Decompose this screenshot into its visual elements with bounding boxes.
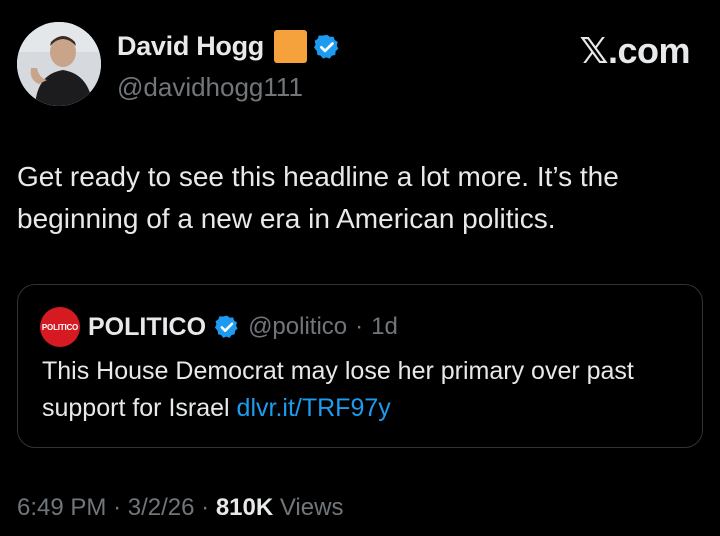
quoted-tweet-header: POLITICO POLITICO @politico · 1d bbox=[40, 307, 398, 347]
quoted-tweet-card[interactable]: POLITICO POLITICO @politico · 1d This Ho… bbox=[17, 284, 703, 448]
orange-square-emoji bbox=[274, 30, 308, 63]
author-handle[interactable]: @davidhogg111 bbox=[117, 72, 303, 103]
author-name-row: David Hogg bbox=[117, 30, 341, 63]
verified-badge-icon bbox=[314, 34, 339, 59]
separator-dot: · bbox=[201, 494, 210, 521]
author-avatar[interactable] bbox=[17, 22, 101, 106]
separator-dot: · bbox=[113, 494, 122, 521]
tweet-time[interactable]: 6:49 PM bbox=[17, 494, 106, 521]
politico-avatar[interactable]: POLITICO bbox=[40, 307, 80, 347]
tweet-metadata: 6:49 PM · 3/2/26 · 810K Views bbox=[17, 494, 343, 522]
author-photo bbox=[17, 22, 101, 106]
quoted-author-handle[interactable]: @politico bbox=[248, 313, 347, 341]
quoted-tweet-link[interactable]: dlvr.it/TRF97y bbox=[237, 394, 391, 422]
quoted-author-name[interactable]: POLITICO bbox=[88, 313, 206, 342]
verified-badge-icon bbox=[215, 315, 238, 338]
separator-dot: · bbox=[355, 313, 364, 340]
views-count[interactable]: 810K bbox=[216, 494, 273, 521]
quoted-tweet-text: This House Democrat may lose her primary… bbox=[42, 353, 682, 427]
tweet-text: Get ready to see this headline a lot mor… bbox=[17, 161, 619, 234]
x-logo: 𝕏.com bbox=[579, 30, 690, 71]
author-name[interactable]: David Hogg bbox=[117, 31, 264, 62]
quoted-tweet-age[interactable]: 1d bbox=[371, 313, 398, 341]
tweet-date[interactable]: 3/2/26 bbox=[128, 494, 195, 521]
views-label: Views bbox=[279, 494, 344, 521]
